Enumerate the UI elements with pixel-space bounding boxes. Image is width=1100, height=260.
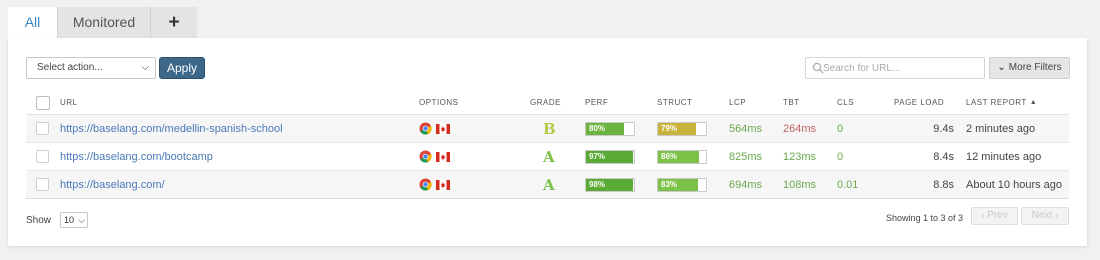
prev-page-button[interactable]: ‹ Prev [971,207,1018,225]
struct-bar: 79% [657,121,707,136]
page-size-value: 10 [64,215,75,225]
select-action-dropdown[interactable]: Select action... ⌵ [26,57,156,79]
table-header: URL OPTIONS GRADE PERF STRUCT LCP TBT CL… [26,91,1069,115]
url-link[interactable]: https://baselang.com/ [60,171,165,198]
row-checkbox[interactable] [36,150,49,163]
pagination-summary: Showing 1 to 3 of 3 [886,213,964,223]
lcp-value: 564ms [729,122,763,135]
col-url[interactable]: URL [60,91,78,114]
col-tbt[interactable]: TBT [783,91,800,114]
last-report-value: About 10 hours ago [966,178,1063,191]
tab-all[interactable]: All [8,7,58,39]
col-lcp[interactable]: LCP [729,91,746,114]
last-report-value: 12 minutes ago [966,150,1042,163]
url-link[interactable]: https://baselang.com/medellin-spanish-sc… [60,115,283,142]
perf-bar-fill: 97% [586,150,633,163]
table-row: https://baselang.com/bootcamp A 97% 86% … [26,143,1069,171]
struct-bar-fill: 79% [658,122,696,135]
search-url-box[interactable] [805,57,985,79]
struct-bar-fill: 83% [658,178,698,191]
col-page-load[interactable]: PAGE LOAD [894,91,944,114]
last-report-value: 2 minutes ago [966,122,1036,135]
row-checkbox[interactable] [36,122,49,135]
tbt-value: 123ms [783,150,817,163]
chevron-down-icon: ⌵ [141,62,149,73]
table-row: https://baselang.com/medellin-spanish-sc… [26,115,1069,143]
col-options: OPTIONS [419,98,459,107]
perf-bar-fill: 98% [586,178,634,191]
select-all-checkbox[interactable] [36,95,50,110]
more-filters-button[interactable]: ⌄ More Filters [989,57,1070,79]
col-struct[interactable]: STRUCT [657,91,692,114]
lcp-value: 694ms [729,178,763,191]
sort-up-icon: ▲ [1029,99,1038,106]
struct-bar: 86% [657,149,707,164]
next-page-button[interactable]: Next › [1021,207,1069,225]
page-load-value: 9.4s [933,122,954,135]
col-cls[interactable]: CLS [837,91,854,114]
tab-monitored[interactable]: Monitored [58,7,151,39]
cls-value: 0 [837,122,844,135]
canada-flag-icon [436,179,450,190]
page-load-value: 8.8s [933,178,954,191]
struct-bar: 83% [657,177,707,192]
chrome-icon [419,178,432,191]
tab-bar: All Monitored + [8,7,197,39]
chevron-down-icon: ⌄ [997,62,1006,73]
chevron-down-icon: ⌵ [78,215,86,225]
cls-value: 0 [837,150,844,163]
canada-flag-icon [436,151,450,162]
col-last-report[interactable]: LAST REPORT ▲ [966,91,1037,114]
apply-button[interactable]: Apply [159,57,205,79]
chrome-icon [419,122,432,135]
struct-bar-fill: 86% [658,150,700,163]
row-checkbox[interactable] [36,178,49,191]
page-size-control: Show 10 ⌵ [26,212,89,228]
show-label: Show [26,214,52,226]
canada-flag-icon [436,123,450,134]
col-last-report-label: LAST REPORT [966,98,1027,107]
grade-value: A [543,147,555,166]
page-size-select[interactable]: 10 ⌵ [60,212,89,228]
page-load-value: 8.4s [933,150,954,163]
perf-bar: 97% [585,149,635,164]
perf-bar: 80% [585,121,635,136]
chrome-icon [419,150,432,163]
perf-bar-fill: 80% [586,122,625,135]
reports-panel: Select action... ⌵ Apply ⌄More Filters U… [8,38,1087,246]
tbt-value: 108ms [783,178,817,191]
grade-value: B [543,119,556,138]
tbt-value: 264ms [783,122,817,135]
col-perf[interactable]: PERF [585,91,608,114]
add-tab-button[interactable]: + [151,7,197,39]
perf-bar: 98% [585,177,635,192]
col-grade[interactable]: GRADE [530,91,561,114]
cls-value: 0.01 [837,178,859,191]
grade-value: A [543,175,555,194]
url-link[interactable]: https://baselang.com/bootcamp [60,143,213,170]
table-row: https://baselang.com/ A 98% 83% 694ms 10… [26,171,1069,199]
more-filters-label: More Filters [1008,62,1062,73]
select-action-label: Select action... [37,62,103,73]
lcp-value: 825ms [729,150,763,163]
search-url-input[interactable] [823,60,979,76]
